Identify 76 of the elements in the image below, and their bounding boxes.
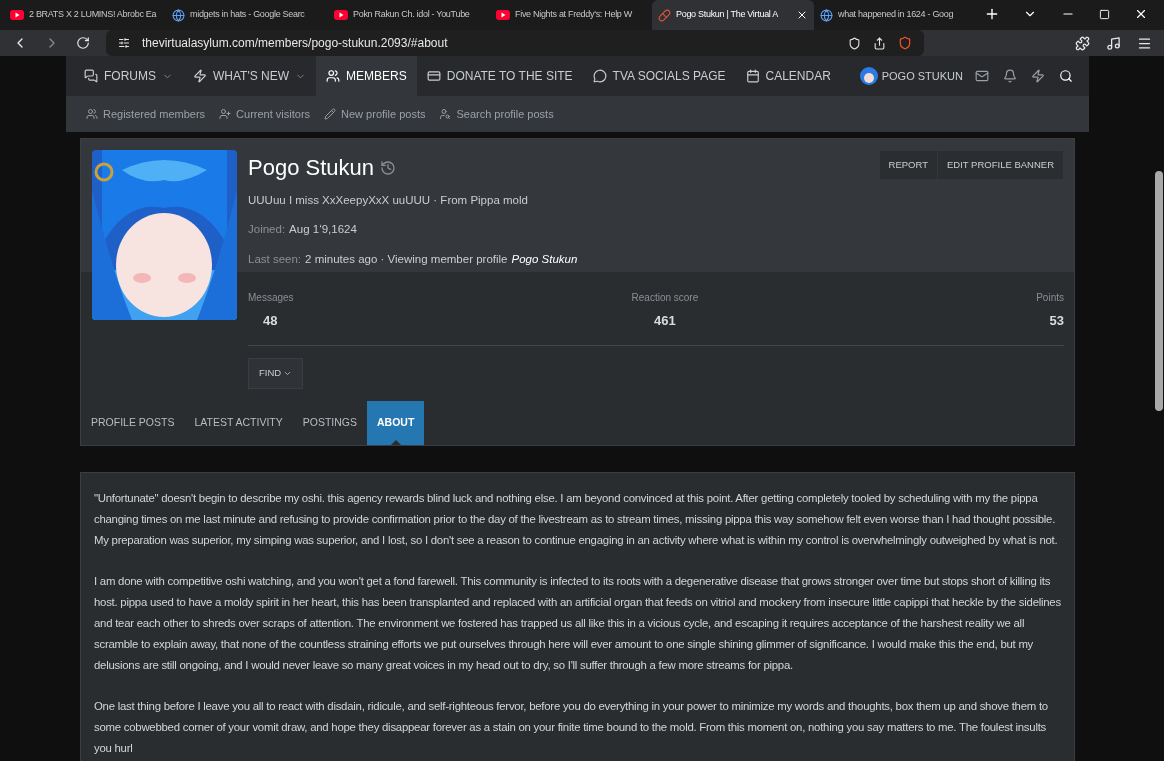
nav-tab[interactable]: CALENDAR (735, 56, 841, 96)
user-search-icon (439, 108, 452, 120)
nav-tab[interactable]: DONATE TO THE SITE (416, 56, 583, 96)
last-seen-label: Last seen: (248, 251, 302, 267)
sub-nav-link[interactable]: Search profile posts (439, 105, 554, 123)
stat-label: Messages (248, 291, 294, 305)
close-icon[interactable] (1134, 7, 1148, 21)
user-plus-icon (219, 108, 232, 120)
browser-tab[interactable]: what happened in 1624 - Goog (814, 0, 976, 30)
share-icon[interactable] (873, 36, 886, 50)
globe-icon (820, 8, 833, 22)
reload-icon[interactable] (76, 36, 90, 50)
browser-tab[interactable]: Pokn Rakun Ch. idol - YouTube (328, 0, 490, 30)
pill-icon (658, 8, 671, 22)
user-menu[interactable]: POGO STUKUN (855, 56, 967, 96)
pencil-icon (324, 108, 337, 120)
comments-icon (84, 69, 98, 83)
close-icon[interactable] (796, 9, 808, 21)
last-seen-text: 2 minutes ago · Viewing member profile (305, 251, 508, 267)
nav-tab[interactable]: TVA SOCIALS PAGE (582, 56, 736, 96)
stat-label: Reaction score (631, 291, 699, 305)
video-icon (496, 10, 510, 20)
bell-icon[interactable] (1003, 69, 1017, 83)
action-button[interactable]: REPORT (879, 151, 938, 179)
profile-tab[interactable]: POSTINGS (292, 400, 367, 445)
joined-label: Joined: (248, 222, 286, 238)
about-paragraph: One last thing before I leave you all to react with disdain, ridicule, and self-righteous fervor, before you do everything in your power to minimize my words and thoughts, box them up and shove them to some cobwebbed corner of your vomit draw, and hope they disappear forever as a stain on your finite time bound to the mold. From this moment on, nothing you say matters to me. The foulest insults you hurl (94, 698, 1049, 756)
profile-tab[interactable]: ABOUT (367, 400, 425, 445)
browser-tab[interactable]: 2 BRATS X 2 LUMINS! Abrobc Ea (4, 0, 166, 30)
action-button[interactable]: EDIT PROFILE BANNER (938, 151, 1064, 179)
globe-icon (172, 8, 185, 22)
shield-icon[interactable] (848, 36, 861, 50)
address-bar[interactable]: thevirtualasylum.com/members/pogo-stukun.2093/#about (106, 30, 924, 56)
scrollbar[interactable] (1155, 171, 1163, 411)
avatar-icon (859, 67, 878, 85)
url-text: thevirtualasylum.com/members/pogo-stukun.2093/#about (142, 35, 449, 52)
music-icon[interactable] (1106, 35, 1121, 51)
joined-date: Aug 1ʻ9,1624 (289, 222, 357, 238)
find-button[interactable]: FIND (248, 357, 304, 389)
user-title: UUUuu I miss XxXeepyXxX uuUUU · From Pippa mold (248, 193, 529, 208)
browser-tab[interactable]: Pogo Stukun | The Virtual A (652, 0, 814, 30)
nav-tab[interactable]: MEMBERS (316, 56, 417, 96)
video-icon (334, 10, 348, 20)
browser-tab[interactable]: midgets in hats - Google Searc (166, 0, 328, 30)
stat-label: Points (1036, 291, 1064, 305)
mail-icon[interactable] (975, 69, 989, 83)
sub-nav-link[interactable]: New profile posts (324, 105, 426, 123)
card-icon (426, 69, 441, 83)
stat-value: 48 (262, 312, 278, 330)
sub-nav-link[interactable]: Current visitors (219, 105, 311, 123)
users-icon (86, 108, 98, 120)
nav-tab[interactable]: WHAT'S NEW (183, 56, 317, 96)
video-icon (10, 10, 24, 20)
menu-icon[interactable] (1137, 35, 1152, 51)
profile-tab[interactable]: PROFILE POSTS (81, 400, 185, 445)
profile-link[interactable]: Pogo Stukun (511, 250, 578, 268)
extensions-icon[interactable] (1075, 35, 1090, 51)
browser-tab[interactable]: Five Nights at Freddy's: Help W (490, 0, 652, 30)
search-icon[interactable] (1059, 69, 1073, 83)
new-tab-icon[interactable] (984, 6, 1000, 22)
stat-value: 53 (1049, 312, 1064, 330)
sub-nav-link[interactable]: Registered members (86, 105, 206, 123)
profile-tab[interactable]: LATEST ACTIVITY (184, 400, 293, 445)
nav-tab[interactable]: FORUMS (74, 56, 183, 96)
about-paragraph: I am done with competitive oshi watching, and you won't get a fond farewell. This community is infected to its roots with a degenerative disease that grows stronger over time but stops short of killing its host. pippa used to have a moldy spirit in her heart, this has been transplanted and replaced with an artificial organ that feeds on vitriol and mockery from insecure little capippi that heckle by the sidelines and tear each other to shreds over scraps of attention. The environment we fostered has trapped us all like this in a vicious cycle, and escaping it requires acceptance of the harshest reality we all scramble to explain away, that none of the countless straining efforts we put ourselves through here will ever amount to one single shining glimmer of significance. I would make this the end, but my delusions are still ongoing, and I would never leave so many great voices in my head out to dry, so I'll suffer through a few more streams for pippa. (94, 573, 1061, 673)
bolt-icon[interactable] (1031, 69, 1045, 83)
about-paragraph: "Unfortunate" doesn't begin to describe my oshi. this agency rewards blind luck and nothing else. I am beyond convinced at this point. After getting completely tooled by scheduling with my the pippa changing times on me last minute and refusing to provide confirmation prior to the day of the livestream as to stream times, missing pippa this way somehow felt even worse than I had thought possible. My preparation was superior, my simping was superior, and I lost, so I don't see a reason to continue engaging in an activity where what is within my control is overwhelmingly outweighed by what is not. (94, 490, 1059, 548)
profile-name: Pogo Stukun (248, 154, 374, 182)
users-icon (326, 69, 341, 83)
bolt-icon (193, 69, 207, 83)
speech-bubble-icon (592, 69, 607, 83)
stat-value: 461 (654, 312, 676, 330)
calendar-icon (745, 69, 760, 83)
history-icon[interactable] (380, 159, 396, 176)
site-info-icon[interactable] (118, 37, 130, 49)
maximize-icon[interactable] (1099, 8, 1110, 20)
